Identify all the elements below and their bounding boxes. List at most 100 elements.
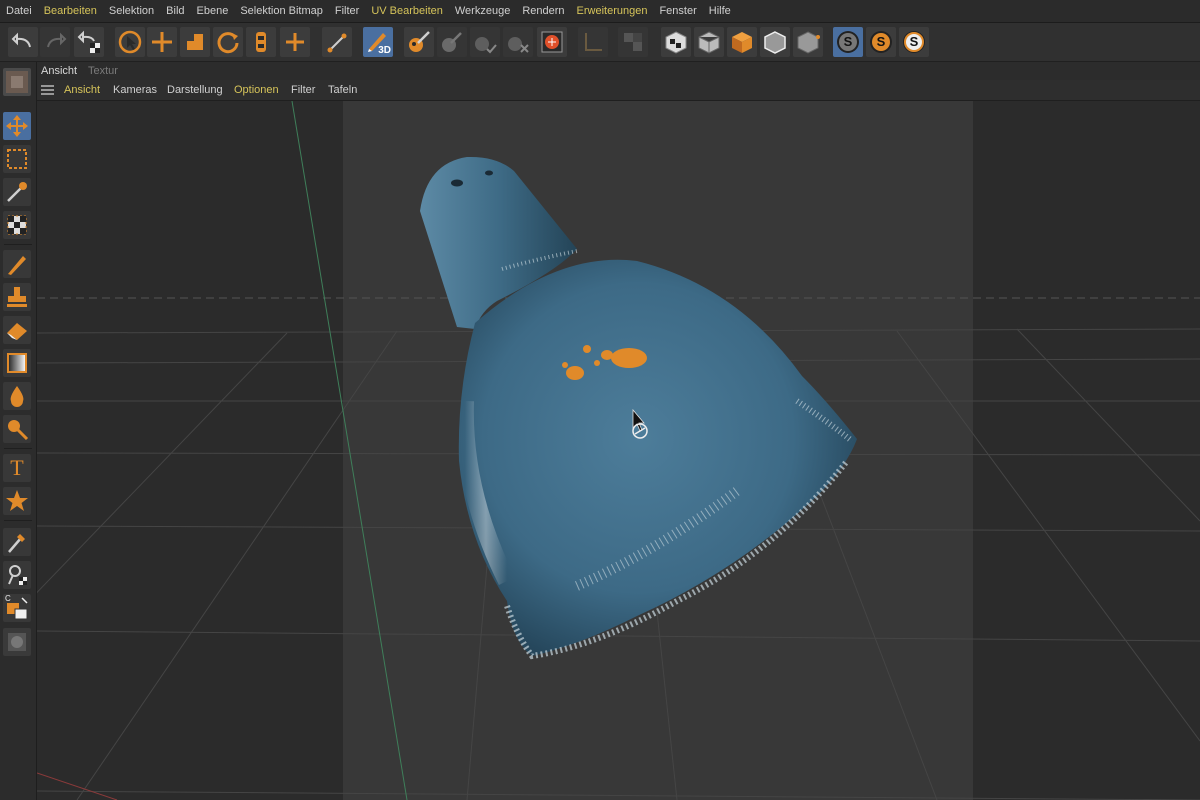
paint-remove-icon (508, 37, 529, 53)
viewport-menu-optionen[interactable]: Optionen (234, 80, 279, 100)
add-object-button[interactable] (280, 27, 310, 57)
menu-hilfe[interactable]: Hilfe (703, 0, 737, 22)
sidebar-move-tool[interactable] (3, 112, 31, 140)
redo-button[interactable] (40, 27, 70, 57)
solo-off-button[interactable]: S (833, 27, 863, 57)
live-selection-icon (118, 30, 142, 54)
solo-single-button[interactable]: S (866, 27, 896, 57)
clone-stamp-icon (7, 287, 27, 307)
rectangle-select-icon (7, 149, 27, 169)
sidebar-text-tool[interactable]: T (3, 454, 31, 482)
solo-off-label: S (843, 34, 853, 49)
paint-brush-button[interactable] (404, 27, 434, 57)
menu-erweiterungen[interactable]: Erweiterungen (571, 0, 654, 22)
viewport-menu-darstellung[interactable]: Darstellung (167, 80, 223, 100)
cube-orange-icon (732, 32, 752, 53)
menu-selektion[interactable]: Selektion (103, 0, 160, 22)
viewport-menu-ansicht[interactable]: Ansicht (64, 80, 100, 100)
point-mode-button[interactable] (793, 27, 823, 57)
menu-selektion-bitmap[interactable]: Selektion Bitmap (234, 0, 329, 22)
magnifier-icon (8, 420, 29, 441)
paint-check-button[interactable] (470, 27, 500, 57)
model-mode-button[interactable] (727, 27, 757, 57)
magic-wand-icon (7, 182, 27, 202)
menu-bild[interactable]: Bild (160, 0, 190, 22)
star-icon (6, 490, 28, 511)
solo-single-label: S (876, 34, 886, 49)
menu-datei[interactable]: Datei (0, 0, 38, 22)
menu-filter[interactable]: Filter (329, 0, 365, 22)
reset-view-button[interactable] (74, 27, 104, 57)
lasso-checker-icon (8, 565, 27, 585)
texture-mode-button[interactable] (661, 27, 691, 57)
paint-check-icon (475, 37, 497, 54)
plus-icon (286, 33, 304, 51)
paint-3d-badge: 3D (378, 45, 391, 56)
solo-hierarchy-button[interactable]: S (899, 27, 929, 57)
sidebar-eraser[interactable] (3, 316, 31, 344)
viewport-menu-filter[interactable]: Filter (291, 80, 315, 100)
viewport-menu-kameras[interactable]: Kameras (113, 80, 157, 100)
scale-tool-button[interactable] (180, 27, 210, 57)
layer-preview-button[interactable] (3, 68, 31, 96)
sidebar-zoom[interactable] (3, 415, 31, 443)
paint-setup-button[interactable] (437, 27, 467, 57)
undo-button[interactable] (8, 27, 38, 57)
text-tool-glyph: T (10, 455, 24, 480)
axis-button[interactable] (578, 27, 608, 57)
rotate-icon (217, 32, 239, 54)
uv-mesh-button[interactable] (537, 27, 567, 57)
layer-grid-icon (624, 33, 642, 51)
scale-icon (187, 34, 203, 50)
water-drop-icon (10, 386, 24, 407)
sidebar-eyedropper[interactable] (3, 528, 31, 556)
brush-icon (8, 256, 26, 275)
cube-edges-icon (764, 31, 786, 54)
gradient-fill-icon (7, 353, 27, 373)
sidebar-color-swatch[interactable]: C (3, 594, 31, 622)
sidebar-smudge[interactable] (3, 382, 31, 410)
cube-outline-icon (698, 31, 720, 54)
paint-3d-button[interactable]: 3D (363, 27, 393, 57)
menu-werkzeuge[interactable]: Werkzeuge (449, 0, 516, 22)
main-toolbar: 3D S S S (0, 23, 1200, 62)
layer-grid-button[interactable] (618, 27, 648, 57)
hamburger-menu-icon[interactable] (41, 85, 55, 95)
viewport-menu-tafeln[interactable]: Tafeln (328, 80, 357, 100)
sidebar-divider (4, 244, 32, 245)
menu-rendern[interactable]: Rendern (516, 0, 570, 22)
sidebar-shape-tool[interactable] (3, 487, 31, 515)
sidebar-paint-mode[interactable] (3, 561, 31, 589)
move-tool-button[interactable] (147, 27, 177, 57)
live-selection-button[interactable] (115, 27, 145, 57)
3d-viewport[interactable] (37, 101, 1200, 800)
axis-icon (585, 33, 602, 51)
menu-uv-bearbeiten[interactable]: UV Bearbeiten (365, 0, 449, 22)
sidebar-quick-mask[interactable] (3, 628, 31, 656)
reset-checker-icon (77, 30, 100, 53)
sidebar-select-checker[interactable] (3, 211, 31, 239)
sidebar-divider (4, 520, 32, 521)
sidebar-magic-wand[interactable] (3, 178, 31, 206)
tab-ansicht[interactable]: Ansicht (41, 62, 77, 80)
redo-icon (47, 32, 67, 48)
paint-setup-icon (442, 32, 462, 52)
sidebar-gradient[interactable] (3, 349, 31, 377)
spline-tool-button[interactable] (322, 27, 352, 57)
sidebar-stamp[interactable] (3, 283, 31, 311)
coord-lock-button[interactable] (246, 27, 276, 57)
lock-axes-icon (256, 32, 266, 52)
edge-mode-button[interactable] (760, 27, 790, 57)
tab-textur[interactable]: Textur (88, 62, 118, 80)
menu-ebene[interactable]: Ebene (191, 0, 235, 22)
eraser-icon (7, 323, 27, 340)
menu-bearbeiten[interactable]: Bearbeiten (38, 0, 103, 22)
paint-remove-button[interactable] (503, 27, 533, 57)
rotate-tool-button[interactable] (213, 27, 243, 57)
viewport-tabs: Ansicht Textur (37, 62, 1200, 80)
move-icon (152, 32, 172, 52)
sidebar-rect-select[interactable] (3, 145, 31, 173)
sidebar-brush[interactable] (3, 250, 31, 278)
menu-fenster[interactable]: Fenster (653, 0, 702, 22)
object-mode-button[interactable] (694, 27, 724, 57)
